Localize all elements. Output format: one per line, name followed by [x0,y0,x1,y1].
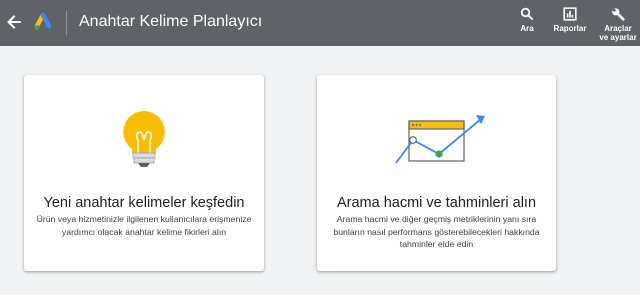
search-label: Ara [520,24,534,33]
lightbulb-icon [123,111,165,167]
bar-chart-icon [563,7,577,21]
discover-card-title: Yeni anahtar kelimeler keşfedin [43,195,245,211]
discover-keywords-card[interactable]: Yeni anahtar kelimeler keşfedin Ürün vey… [24,75,264,271]
search-volume-forecast-card[interactable]: Arama hacmi ve tahminleri alın Arama hac… [317,75,556,271]
page-title: Anahtar Kelime Planlayıcı [79,13,263,30]
forecast-card-title: Arama hacmi ve tahminleri alın [336,195,537,211]
wrench-icon [612,8,625,21]
forecast-chart-icon [395,115,485,164]
discover-card-description: Ürün veya hizmetinizle ilgilenen kullanı… [36,214,252,237]
tools-and-settings-button[interactable]: Araçlar ve ayarlar [596,7,640,42]
forecast-card-description: Arama hacmi ve diğer geçmiş metriklerini… [333,214,540,249]
settings-label-line2: ve ayarlar [599,33,637,42]
back-arrow-icon[interactable] [5,11,23,33]
search-button[interactable]: Ara [514,7,540,33]
reports-button[interactable]: Raporlar [550,7,590,33]
search-icon [520,7,534,21]
google-ads-logo-icon [34,13,52,30]
settings-label-line1: Araçlar [604,24,632,33]
top-app-bar: Anahtar Kelime Planlayıcı Ara Raporlar A… [0,0,640,46]
header-divider [66,11,67,35]
reports-label: Raporlar [553,24,587,33]
